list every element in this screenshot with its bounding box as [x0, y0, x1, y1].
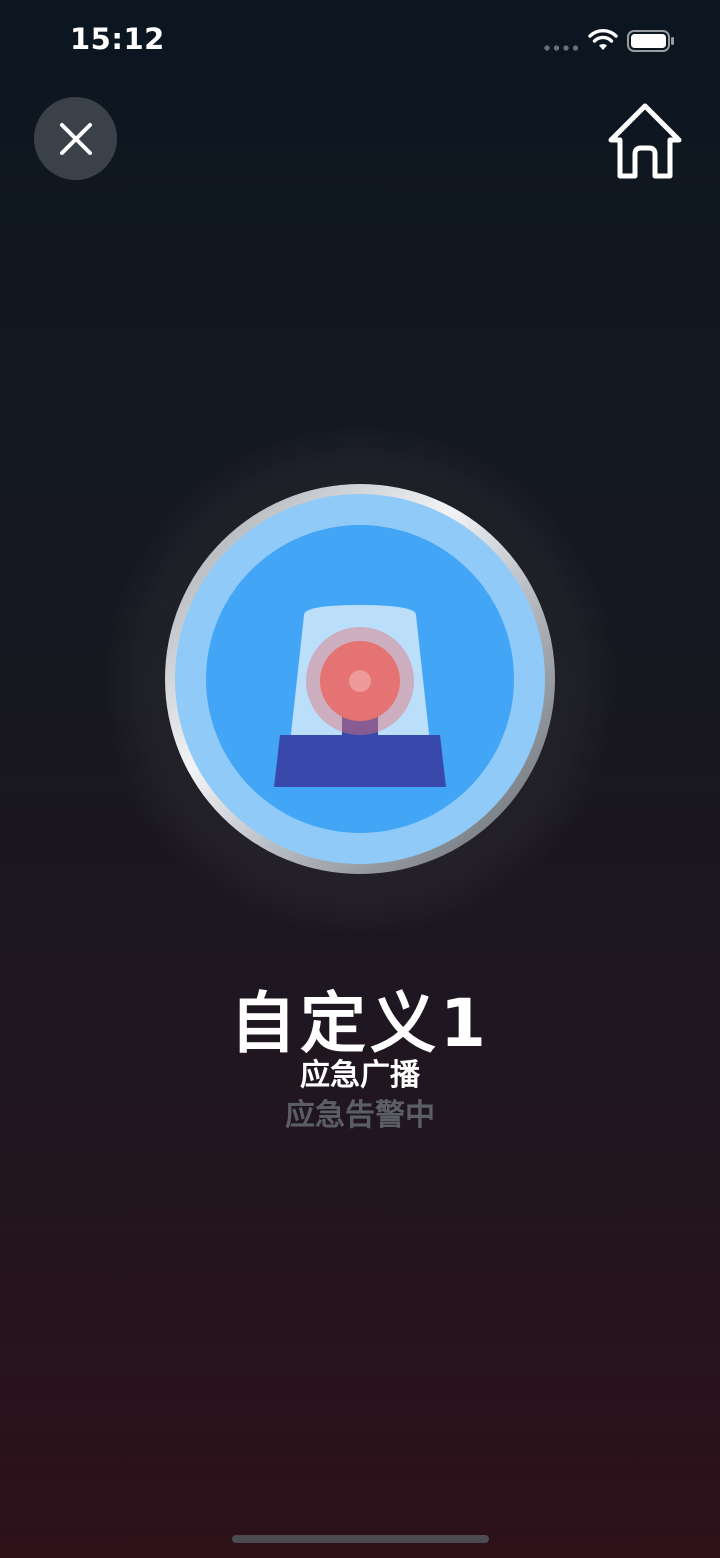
- home-indicator[interactable]: [232, 1535, 489, 1543]
- signal-icon: [544, 45, 579, 51]
- alarm-type: 应急广播: [300, 1058, 420, 1093]
- status-time: 15:12: [70, 22, 165, 56]
- status-bar: 15:12: [0, 0, 720, 80]
- wifi-icon: [588, 29, 618, 50]
- alarm-outer-ring: [175, 494, 545, 864]
- home-button[interactable]: [598, 95, 692, 185]
- close-button[interactable]: [34, 97, 117, 180]
- alarm-status: 应急告警中: [285, 1098, 435, 1133]
- battery-icon: [627, 30, 674, 52]
- home-icon: [608, 103, 682, 179]
- alarm-button[interactable]: [165, 484, 555, 874]
- siren-icon: [274, 605, 446, 787]
- alarm-inner-circle: [206, 525, 514, 833]
- close-icon: [59, 122, 92, 155]
